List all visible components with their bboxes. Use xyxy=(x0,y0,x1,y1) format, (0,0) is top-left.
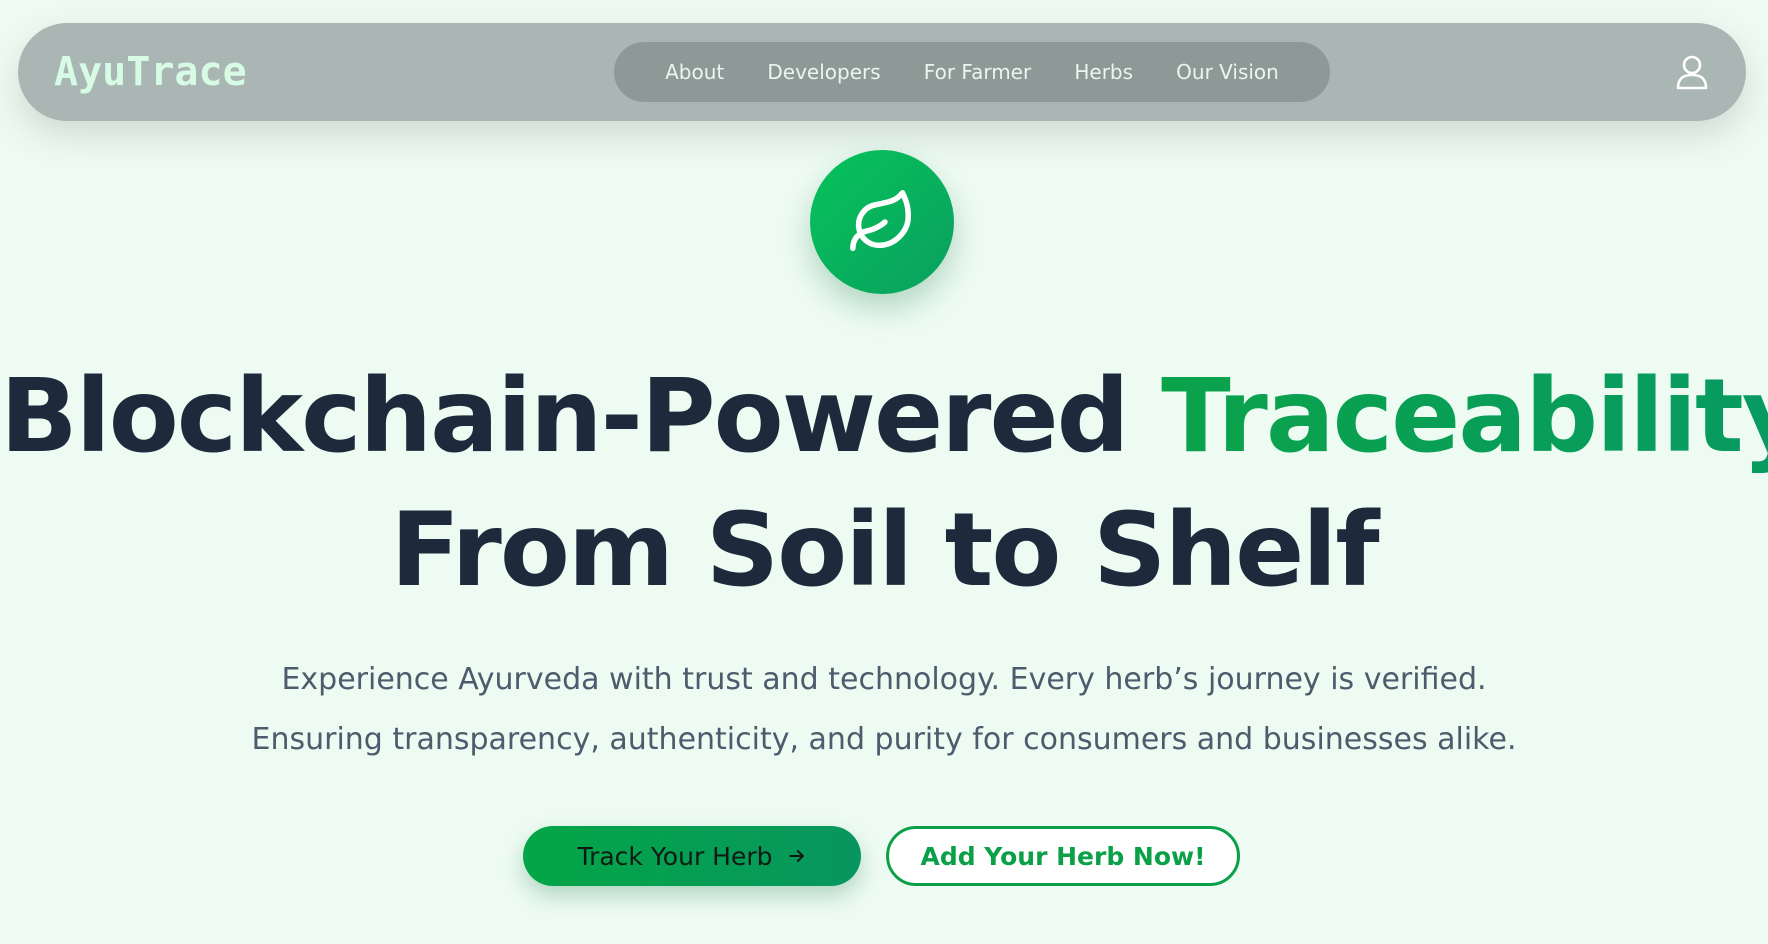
nav-link-about[interactable]: About xyxy=(665,60,724,84)
nav-link-for-farmer[interactable]: For Farmer xyxy=(924,60,1031,84)
brand-logo-text[interactable]: AyuTrace xyxy=(54,49,247,95)
nav-link-developers[interactable]: Developers xyxy=(767,60,880,84)
user-account-button[interactable] xyxy=(1672,53,1712,93)
hero-headline: Blockchain-Powered Traceability From Soi… xyxy=(0,350,1768,618)
add-your-herb-button[interactable]: Add Your Herb Now! xyxy=(886,826,1240,886)
page: AyuTrace About Developers For Farmer Her… xyxy=(0,0,1768,944)
top-navbar: AyuTrace About Developers For Farmer Her… xyxy=(18,23,1746,121)
headline-line-1: Blockchain-Powered Traceability xyxy=(0,350,1768,484)
user-icon xyxy=(1676,55,1708,90)
headline-part-1: Blockchain-Powered xyxy=(0,357,1162,476)
headline-accent: Traceability xyxy=(1161,357,1768,476)
arrow-right-icon xyxy=(787,846,807,866)
hero-description: Experience Ayurveda with trust and techn… xyxy=(0,650,1768,770)
nav-link-herbs[interactable]: Herbs xyxy=(1074,60,1133,84)
nav-link-our-vision[interactable]: Our Vision xyxy=(1176,60,1279,84)
headline-line-2: From Soil to Shelf xyxy=(390,491,1379,610)
track-button-label: Track Your Herb xyxy=(577,841,773,871)
leaf-icon xyxy=(850,190,912,252)
add-herb-button-label: Add Your Herb Now! xyxy=(920,841,1206,871)
description-line-2: Ensuring transparency, authenticity, and… xyxy=(251,722,1517,757)
nav-links: About Developers For Farmer Herbs Our Vi… xyxy=(614,42,1330,102)
hero-logo-badge xyxy=(810,150,954,294)
description-line-1: Experience Ayurveda with trust and techn… xyxy=(281,662,1487,697)
track-your-herb-button[interactable]: Track Your Herb xyxy=(523,826,861,886)
